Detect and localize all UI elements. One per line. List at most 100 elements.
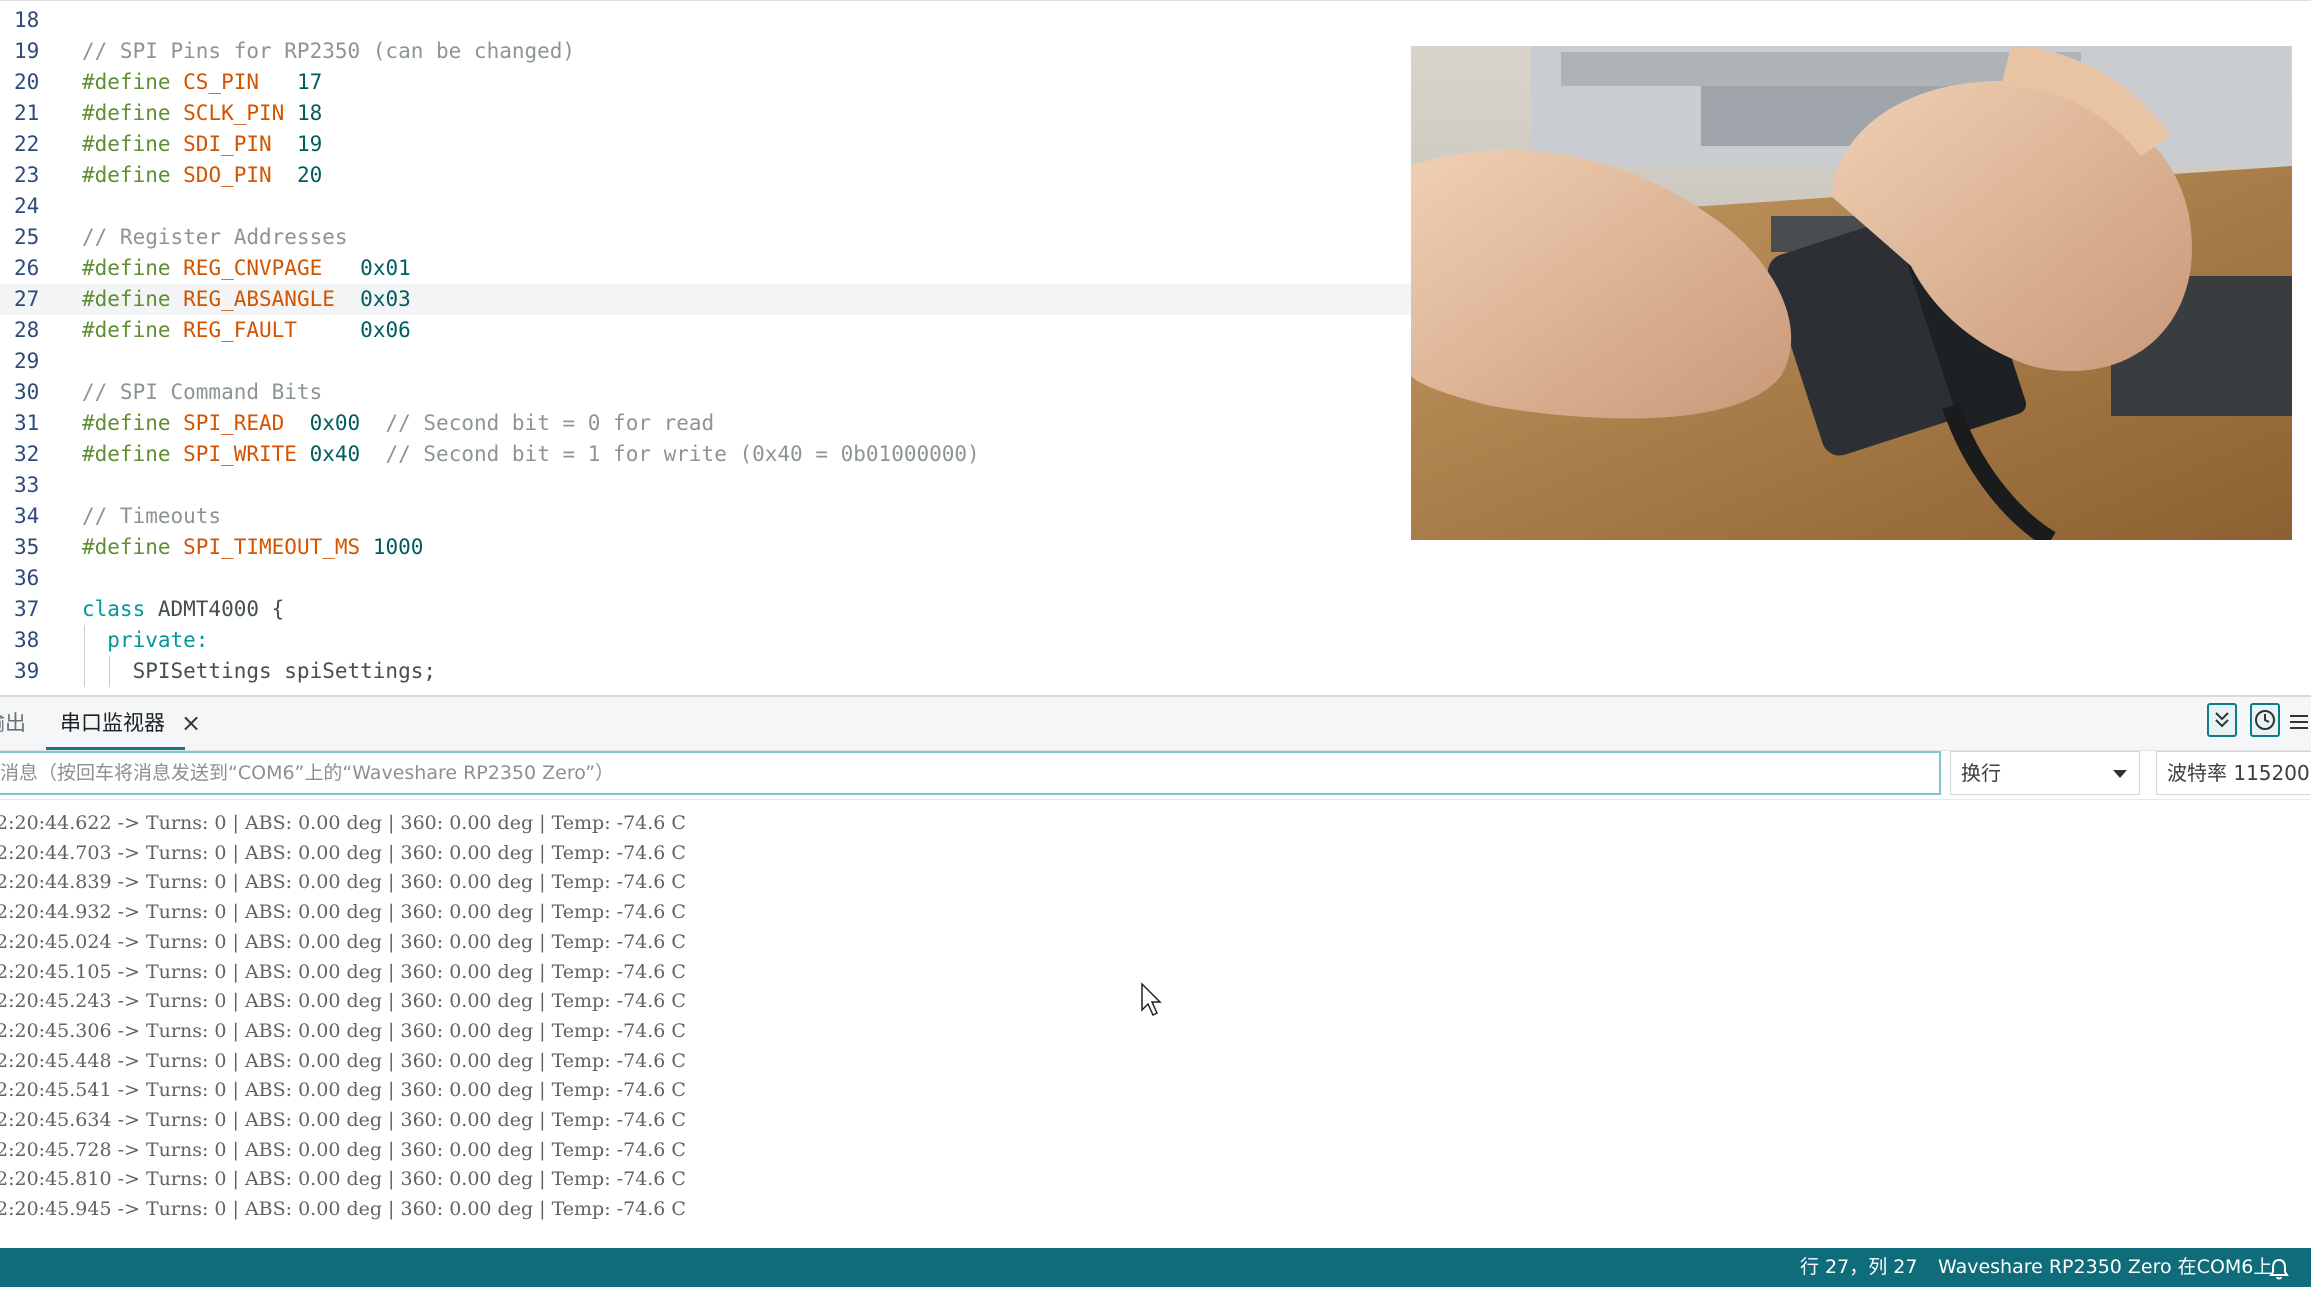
code-token: 0x06 (360, 318, 411, 342)
code-text: // Register Addresses (82, 222, 348, 253)
serial-line: 2:20:44.932 -> Turns: 0 | ABS: 0.00 deg … (0, 901, 686, 923)
code-token: 0x40 (309, 442, 361, 466)
code-token: 0x01 (360, 256, 411, 280)
code-token: 0x03 (360, 287, 411, 311)
code-token: #define (82, 287, 184, 311)
line-number: 19 (14, 39, 40, 63)
code-text: #define REG_ABSANGLE 0x03 (82, 284, 411, 315)
code-line[interactable]: 22 #define SDI_PIN 19 (0, 129, 1412, 160)
code-token: REG_FAULT (183, 318, 297, 342)
code-line[interactable]: 21 #define SCLK_PIN 18 (0, 98, 1412, 129)
line-number: 34 (14, 504, 40, 528)
code-text: private: (82, 625, 208, 656)
indent-guide (109, 656, 110, 687)
mouse-pointer-icon (1140, 982, 1164, 1022)
indent-guide (84, 656, 85, 687)
code-line[interactable]: 29 (0, 346, 1412, 377)
code-line[interactable]: 34 // Timeouts (0, 501, 1412, 532)
line-number: 37 (14, 597, 40, 621)
code-token: SDI_PIN (183, 132, 272, 156)
line-number: 21 (14, 101, 40, 125)
code-line[interactable]: 19 // SPI Pins for RP2350 (can be changed… (0, 36, 1412, 67)
chevron-down-icon (2113, 770, 2127, 778)
code-token: #define (82, 101, 184, 125)
code-line[interactable]: 25 // Register Addresses (0, 222, 1412, 253)
menu-icon[interactable] (2288, 710, 2310, 734)
line-number: 23 (14, 163, 40, 187)
code-text: #define SPI_TIMEOUT_MS 1000 (82, 532, 423, 563)
code-line[interactable]: 35 #define SPI_TIMEOUT_MS 1000 (0, 532, 1412, 563)
autoscroll-icon[interactable] (2207, 703, 2237, 737)
code-text: #define SPI_WRITE 0x40 // Second bit = 1… (82, 439, 980, 470)
line-number: 20 (14, 70, 40, 94)
line-number: 32 (14, 442, 40, 466)
timestamp-icon[interactable] (2250, 703, 2280, 737)
tab-serial-monitor[interactable]: 串口监视器 (46, 697, 185, 750)
double-chevron-down-icon (2215, 712, 2229, 728)
message-input[interactable] (0, 751, 1941, 795)
serial-line: 2:20:45.728 -> Turns: 0 | ABS: 0.00 deg … (0, 1139, 686, 1161)
clock-icon (2255, 710, 2275, 730)
line-number: 35 (14, 535, 40, 559)
code-token: #define (82, 411, 184, 435)
code-line[interactable]: 24 (0, 191, 1412, 222)
cursor-position[interactable]: 行 27，列 27 (1800, 1248, 1917, 1287)
line-ending-value: 换行 (1961, 761, 2001, 785)
code-token: SPI_READ (183, 411, 285, 435)
code-line[interactable]: 31 #define SPI_READ 0x00 // Second bit = … (0, 408, 1412, 439)
close-tab-icon[interactable]: × (180, 711, 202, 735)
code-token: SPISettings spiSettings; (82, 659, 437, 683)
serial-line: 2:20:44.622 -> Turns: 0 | ABS: 0.00 deg … (0, 812, 686, 834)
serial-line: 2:20:45.243 -> Turns: 0 | ABS: 0.00 deg … (0, 990, 686, 1012)
code-line[interactable]: 32 #define SPI_WRITE 0x40 // Second bit =… (0, 439, 1412, 470)
code-token: #define (82, 132, 184, 156)
code-line[interactable]: 30 // SPI Command Bits (0, 377, 1412, 408)
code-line[interactable]: 26 #define REG_CNVPAGE 0x01 (0, 253, 1412, 284)
line-number: 38 (14, 628, 40, 652)
code-token: #define (82, 256, 184, 280)
code-line[interactable]: 38 private: (0, 625, 1412, 656)
code-token: SDO_PIN (183, 163, 272, 187)
panel-tab-bar: 输出 串口监视器 × (0, 697, 2311, 751)
baud-rate-select[interactable]: 波特率 115200 (2156, 751, 2311, 795)
code-line[interactable]: 33 (0, 470, 1412, 501)
tab-output[interactable]: 输出 (0, 697, 26, 750)
code-token: #define (82, 163, 184, 187)
code-token: SPI_TIMEOUT_MS (183, 535, 361, 559)
code-text: #define SDI_PIN 19 (82, 129, 322, 160)
code-token: 0x00 (309, 411, 361, 435)
code-line[interactable]: 20 #define CS_PIN 17 (0, 67, 1412, 98)
code-line[interactable]: 36 (0, 563, 1412, 594)
code-text: // SPI Pins for RP2350 (can be changed) (82, 36, 575, 67)
code-line[interactable]: 28 #define REG_FAULT 0x06 (0, 315, 1412, 346)
code-token: // Second bit = 1 for write (0x40 = 0b01… (360, 442, 980, 466)
line-number: 30 (14, 380, 40, 404)
serial-output[interactable]: 2:20:44.622 -> Turns: 0 | ABS: 0.00 deg … (0, 806, 2311, 1246)
code-token: CS_PIN (183, 70, 260, 94)
code-token: #define (82, 318, 184, 342)
code-line[interactable]: 23 #define SDO_PIN 20 (0, 160, 1412, 191)
code-token: // Second bit = 0 for read (360, 411, 715, 435)
line-number: 28 (14, 318, 40, 342)
code-text: // Timeouts (82, 501, 221, 532)
serial-line: 2:20:44.703 -> Turns: 0 | ABS: 0.00 deg … (0, 842, 686, 864)
line-ending-select[interactable]: 换行 (1950, 751, 2140, 795)
line-number: 27 (14, 287, 40, 311)
code-line[interactable]: 37 class ADMT4000 { (0, 594, 1412, 625)
code-line[interactable]: 27 #define REG_ABSANGLE 0x03 (0, 284, 1412, 315)
serial-line: 2:20:45.810 -> Turns: 0 | ABS: 0.00 deg … (0, 1168, 686, 1190)
board-port-status[interactable]: Waveshare RP2350 Zero 在COM6上 (1938, 1248, 2272, 1287)
bell-icon[interactable] (2268, 1256, 2290, 1280)
code-line[interactable]: 18 (0, 5, 1412, 36)
code-token: private: (107, 628, 209, 652)
code-text: SPISettings spiSettings; (82, 656, 436, 687)
code-text: #define SDO_PIN 20 (82, 160, 322, 191)
code-token: ADMT4000 { (145, 597, 285, 621)
line-number: 31 (14, 411, 40, 435)
code-token: // Register Addresses (82, 225, 348, 249)
code-line[interactable]: 39 SPISettings spiSettings; (0, 656, 1412, 687)
